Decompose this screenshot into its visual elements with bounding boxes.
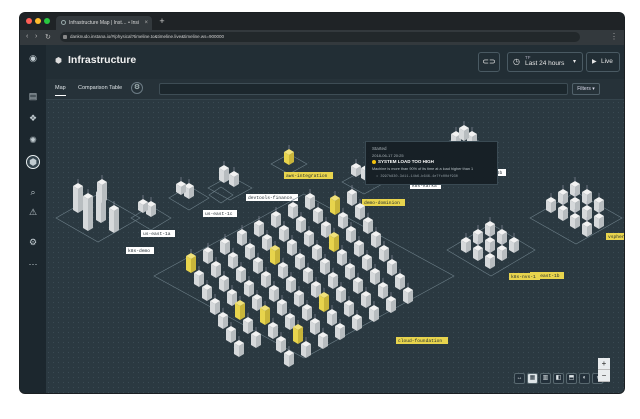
infrastructure-map[interactable]: k8s-demo us-east-1a us-east-1c devtools-fin…	[46, 100, 624, 393]
zoom-in-button[interactable]: +	[598, 358, 610, 370]
zone-label-text: demo-dominion	[364, 200, 400, 206]
view-tabs: Map Comparison Table ⚙ Filters ▾	[46, 79, 624, 100]
list-view-button[interactable]: ▥	[540, 373, 551, 384]
url-field[interactable]: danknudo.instana.io/#/physical?timeline.…	[60, 32, 580, 42]
maximize-window-icon[interactable]	[44, 18, 50, 24]
browser-window: Infrastructure Map | Inst… • Insi × + ‹ …	[20, 13, 624, 393]
infrastructure-title-icon: ⬢	[55, 56, 62, 65]
event-host: • 3997b830-3d11-14b6-b646-4e7fc00df930	[376, 175, 458, 179]
zone-label[interactable]: demo-dominion	[362, 199, 405, 206]
link-icon: ⊂⊃	[482, 57, 496, 66]
zone-label-text: aws-integration	[286, 173, 328, 179]
page-title: Infrastructure	[68, 54, 137, 66]
map-toolbar: ↔▦▥◧⬒◐◑	[514, 373, 603, 385]
platforms-icon[interactable]: ✺	[26, 133, 40, 147]
page-header: ⬢ Infrastructure ⊂⊃ ◷ TF Last 24 hours ▾…	[46, 45, 624, 79]
share-link-button[interactable]: ⊂⊃	[478, 52, 500, 72]
sidebar: ◉ ▤ ❖ ✺ ⬢ ⌕ ⚠ ⚙ ⋯	[20, 45, 46, 393]
zone-label-text: k8s-nvs-1	[511, 274, 536, 280]
browser-tab-bar: Infrastructure Map | Inst… • Insi × +	[20, 13, 624, 30]
analytics-icon[interactable]: ⌕	[26, 185, 40, 199]
close-tab-icon[interactable]: ×	[144, 16, 148, 30]
url-text: danknudo.instana.io/#/physical?timeline.…	[70, 34, 224, 39]
zoom-controls: + −	[598, 358, 610, 382]
zone-label[interactable]: us-east-1a	[141, 230, 175, 237]
timeframe-value: Last 24 hours	[525, 60, 565, 67]
applications-icon[interactable]: ❖	[26, 111, 40, 125]
minimize-window-icon[interactable]	[35, 18, 41, 24]
zone-label-text: devtools-finance	[248, 195, 292, 201]
lock-icon	[63, 35, 67, 39]
close-window-icon[interactable]	[26, 18, 32, 24]
chevron-down-icon: ▾	[572, 59, 576, 65]
zoom-out-button[interactable]: −	[598, 370, 610, 382]
address-bar-row: ‹ › ↻ danknudo.instana.io/#/physical?tim…	[20, 30, 624, 45]
zone-label-text: vsphere-testenvironment	[608, 234, 624, 240]
zone-label[interactable]: us-east-1c	[203, 210, 237, 217]
group-view-button[interactable]: ◧	[553, 373, 564, 384]
zone-label-text: us-east-1c	[205, 211, 233, 217]
filters-button[interactable]: Filters ▾	[572, 83, 600, 95]
host-box[interactable]	[73, 186, 78, 213]
event-state: Started	[372, 146, 387, 151]
theme-toggle-button[interactable]: ◐	[579, 373, 590, 384]
zone-label-text: k8s-demo	[128, 248, 150, 254]
tab-comparison-table[interactable]: Comparison Table	[78, 85, 122, 91]
event-time: 2018-06-17 20:25	[372, 153, 404, 158]
zone-label[interactable]: k8s-nvs-1	[509, 273, 540, 280]
browser-tab-title: Infrastructure Map | Inst… • Insi	[69, 20, 139, 26]
websites-icon[interactable]: ▤	[26, 89, 40, 103]
search-input[interactable]	[159, 83, 568, 95]
map-settings-button[interactable]: ⚙	[131, 82, 143, 94]
timeframe-selector[interactable]: ◷ TF Last 24 hours ▾	[507, 52, 583, 72]
reload-icon[interactable]: ↻	[45, 33, 51, 41]
zone-label[interactable]: aws-integration	[284, 172, 333, 179]
back-icon[interactable]: ‹	[26, 33, 28, 40]
event-tooltip: Started 2018-06-17 20:25 SYSTEM LOAD TOO…	[365, 141, 498, 185]
layer-view-button[interactable]: ⬒	[566, 373, 577, 384]
event-title: SYSTEM LOAD TOO HIGH	[372, 159, 434, 164]
events-icon[interactable]: ⚠	[26, 205, 40, 219]
host-box[interactable]	[83, 196, 88, 231]
infrastructure-icon[interactable]: ⬢	[26, 155, 40, 169]
zone-label[interactable]: vsphere-testenvironment	[606, 233, 624, 240]
new-tab-button[interactable]: +	[157, 16, 167, 26]
zone-label[interactable]: cloud-foundation	[396, 337, 448, 344]
host-box[interactable]	[109, 208, 114, 233]
zone-label-text: us-east-1a	[143, 231, 171, 237]
zone-label[interactable]: k8s-demo	[126, 247, 154, 254]
zone-label-text: cloud-foundation	[398, 338, 442, 344]
gear-icon: ⚙	[133, 84, 141, 91]
host-box[interactable]	[270, 248, 275, 265]
live-label: Live	[601, 58, 613, 65]
settings-icon[interactable]: ⚙	[26, 235, 40, 249]
tab-map[interactable]: Map	[55, 85, 66, 96]
host-box[interactable]	[329, 235, 334, 252]
event-description: Machine is more than 90% of its time at …	[372, 167, 474, 171]
more-icon[interactable]: ⋯	[26, 257, 40, 271]
live-button[interactable]: ▶ Live	[586, 52, 620, 72]
play-icon: ▶	[592, 59, 597, 65]
favicon-icon	[61, 20, 66, 25]
fit-view-button[interactable]: ↔	[514, 373, 525, 384]
host-box[interactable]	[330, 198, 335, 215]
map-canvas[interactable]: k8s-demo us-east-1a us-east-1c devtools-fin…	[46, 100, 624, 393]
browser-menu-icon[interactable]: ⋮	[610, 32, 618, 41]
browser-tab[interactable]: Infrastructure Map | Inst… • Insi ×	[56, 16, 152, 30]
zone-label[interactable]: devtools-finance	[246, 194, 298, 201]
clock-icon: ◷	[513, 57, 520, 66]
host-box[interactable]	[97, 182, 102, 203]
logo-icon[interactable]: ◉	[26, 51, 40, 65]
forward-icon[interactable]: ›	[35, 33, 37, 40]
grid-view-button[interactable]: ▦	[527, 373, 538, 384]
